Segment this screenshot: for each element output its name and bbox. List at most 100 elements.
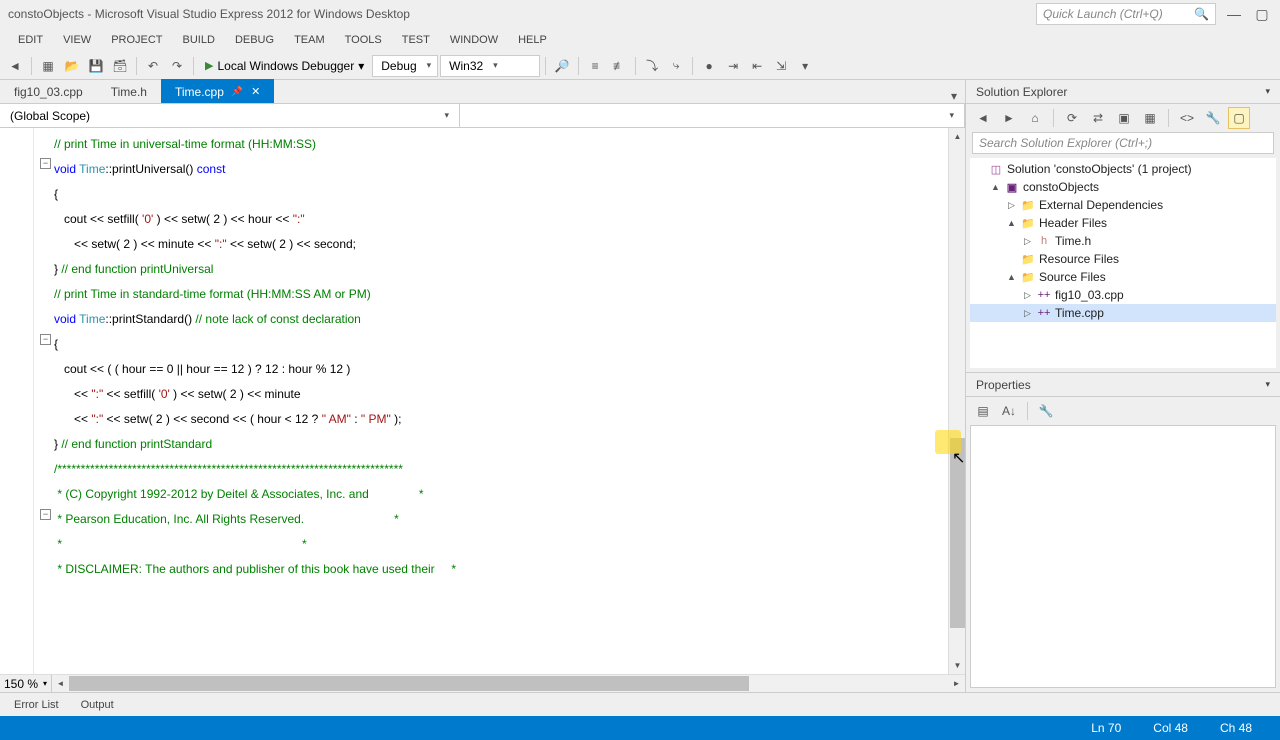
se-home-button[interactable]: ⌂	[1024, 107, 1046, 129]
tree-expander[interactable]: ▲	[990, 182, 1001, 192]
document-tab[interactable]: fig10_03.cpp	[0, 79, 97, 103]
tree-node[interactable]: ◫Solution 'constoObjects' (1 project)	[970, 160, 1276, 178]
tree-expander[interactable]: ▲	[1006, 272, 1017, 282]
tree-expander[interactable]: ▷	[1022, 290, 1033, 301]
tree-node[interactable]: ▷📁External Dependencies	[970, 196, 1276, 214]
step-button[interactable]: ⇲	[770, 55, 792, 77]
chevron-down-icon: ▾	[427, 60, 432, 71]
zoom-dropdown[interactable]: 150 % ▾	[0, 675, 52, 692]
vertical-scrollbar[interactable]: ▲ ▼	[948, 128, 965, 674]
se-forward-button[interactable]: ►	[998, 107, 1020, 129]
solution-explorer-search[interactable]: Search Solution Explorer (Ctrl+;)	[972, 132, 1274, 154]
toolbar-overflow-button[interactable]: ▾	[794, 55, 816, 77]
quick-launch-input[interactable]: Quick Launch (Ctrl+Q) 🔍	[1036, 3, 1216, 25]
solution-config-dropdown[interactable]: Debug ▾	[372, 55, 438, 77]
tree-expander[interactable]: ▷	[1022, 308, 1033, 319]
se-code-button[interactable]: <>	[1176, 107, 1198, 129]
tree-node[interactable]: ▲📁Source Files	[970, 268, 1276, 286]
tree-node[interactable]: ▷++fig10_03.cpp	[970, 286, 1276, 304]
solution-platform-dropdown[interactable]: Win32 ▾	[440, 55, 540, 77]
menu-tools[interactable]: TOOLS	[335, 30, 392, 50]
menu-edit[interactable]: EDIT	[8, 30, 53, 50]
tree-expander[interactable]: ▷	[1006, 200, 1017, 211]
step-over-button[interactable]: ⤵	[641, 55, 663, 77]
uncomment-button[interactable]: ≢	[608, 55, 630, 77]
minimize-button[interactable]: —	[1224, 6, 1244, 22]
tree-expander[interactable]: ▷	[1022, 236, 1033, 247]
tree-label: Solution 'constoObjects' (1 project)	[1007, 162, 1192, 176]
scroll-up-button[interactable]: ▲	[949, 128, 965, 145]
menu-debug[interactable]: DEBUG	[225, 30, 284, 50]
new-project-button[interactable]: ▦	[37, 55, 59, 77]
bottom-tab-error-list[interactable]: Error List	[4, 696, 69, 714]
pin-icon[interactable]: 📌	[232, 86, 243, 97]
horizontal-scrollbar[interactable]: ◄ ►	[52, 675, 965, 692]
tree-node[interactable]: ▲📁Header Files	[970, 214, 1276, 232]
scroll-left-button[interactable]: ◄	[52, 675, 69, 692]
scope-dropdown[interactable]: (Global Scope) ▾	[0, 104, 460, 127]
se-back-button[interactable]: ◄	[972, 107, 994, 129]
menu-build[interactable]: BUILD	[173, 30, 225, 50]
se-properties-button[interactable]: 🔧	[1202, 107, 1224, 129]
menu-team[interactable]: TEAM	[284, 30, 335, 50]
se-collapse-button[interactable]: ▣	[1113, 107, 1135, 129]
solution-explorer-tree[interactable]: ◫Solution 'constoObjects' (1 project)▲▣c…	[970, 158, 1276, 368]
chevron-down-icon: ▾	[358, 59, 364, 73]
comment-button[interactable]: ≡	[584, 55, 606, 77]
properties-grid[interactable]	[970, 425, 1276, 688]
outline-collapse-button[interactable]: −	[40, 509, 51, 520]
step-button[interactable]: ⇥	[722, 55, 744, 77]
menu-window[interactable]: WINDOW	[440, 30, 508, 50]
document-tab[interactable]: Time.h	[97, 79, 161, 103]
tree-node[interactable]: ▲▣constoObjects	[970, 178, 1276, 196]
breakpoint-button[interactable]: ●	[698, 55, 720, 77]
separator	[692, 57, 693, 75]
maximize-button[interactable]: ▢	[1252, 6, 1272, 22]
close-tab-button[interactable]: ✕	[251, 85, 260, 98]
tree-node[interactable]: ▷hTime.h	[970, 232, 1276, 250]
find-in-files-button[interactable]: 🔎	[551, 55, 573, 77]
outline-collapse-button[interactable]: −	[40, 334, 51, 345]
save-button[interactable]: 💾	[85, 55, 107, 77]
outline-collapse-button[interactable]: −	[40, 158, 51, 169]
se-preview-button[interactable]: ▢	[1228, 107, 1250, 129]
separator	[635, 57, 636, 75]
se-sync-button[interactable]: ⇄	[1087, 107, 1109, 129]
properties-header[interactable]: Properties ▾	[966, 373, 1280, 397]
alphabetical-button[interactable]: A↓	[998, 400, 1020, 422]
bottom-tab-output[interactable]: Output	[71, 696, 124, 714]
chevron-down-icon: ▾	[43, 679, 47, 688]
step-button[interactable]: ⇤	[746, 55, 768, 77]
redo-button[interactable]: ↷	[166, 55, 188, 77]
solution-explorer-header[interactable]: Solution Explorer ▾	[966, 80, 1280, 104]
se-refresh-button[interactable]: ⟳	[1061, 107, 1083, 129]
menu-view[interactable]: VIEW	[53, 30, 101, 50]
member-dropdown[interactable]: ▾	[460, 104, 965, 127]
categorized-button[interactable]: ▤	[972, 400, 994, 422]
scroll-right-button[interactable]: ►	[948, 675, 965, 692]
start-debugging-button[interactable]: ▶ Local Windows Debugger ▾	[199, 55, 370, 77]
step-into-button[interactable]: ⤷	[665, 55, 687, 77]
property-pages-button[interactable]: 🔧	[1035, 400, 1057, 422]
se-show-all-button[interactable]: ▦	[1139, 107, 1161, 129]
menu-project[interactable]: PROJECT	[101, 30, 172, 50]
code-editor[interactable]: − − − // print Time in universal-time fo…	[0, 128, 965, 674]
undo-button[interactable]: ↶	[142, 55, 164, 77]
document-tab[interactable]: Time.cpp📌✕	[161, 79, 274, 103]
tree-expander[interactable]: ▲	[1006, 218, 1017, 228]
scrollbar-thumb[interactable]	[950, 438, 965, 628]
navigate-back-button[interactable]: ◄	[4, 55, 26, 77]
menu-help[interactable]: HELP	[508, 30, 557, 50]
tab-label: fig10_03.cpp	[14, 85, 83, 99]
main-toolbar: ◄ ▦ 📂 💾 🗃 ↶ ↷ ▶ Local Windows Debugger ▾…	[0, 52, 1280, 80]
code-text[interactable]: // print Time in universal-time format (…	[54, 132, 456, 582]
tree-node[interactable]: 📁Resource Files	[970, 250, 1276, 268]
scroll-down-button[interactable]: ▼	[949, 657, 965, 674]
open-file-button[interactable]: 📂	[61, 55, 83, 77]
scrollbar-thumb[interactable]	[69, 676, 749, 691]
tree-node[interactable]: ▷++Time.cpp	[970, 304, 1276, 322]
right-panel-group: Solution Explorer ▾ ◄ ► ⌂ ⟳ ⇄ ▣ ▦ <> 🔧 ▢…	[965, 80, 1280, 692]
tabs-overflow-button[interactable]: ▾	[943, 89, 965, 103]
menu-test[interactable]: TEST	[392, 30, 440, 50]
save-all-button[interactable]: 🗃	[109, 55, 131, 77]
